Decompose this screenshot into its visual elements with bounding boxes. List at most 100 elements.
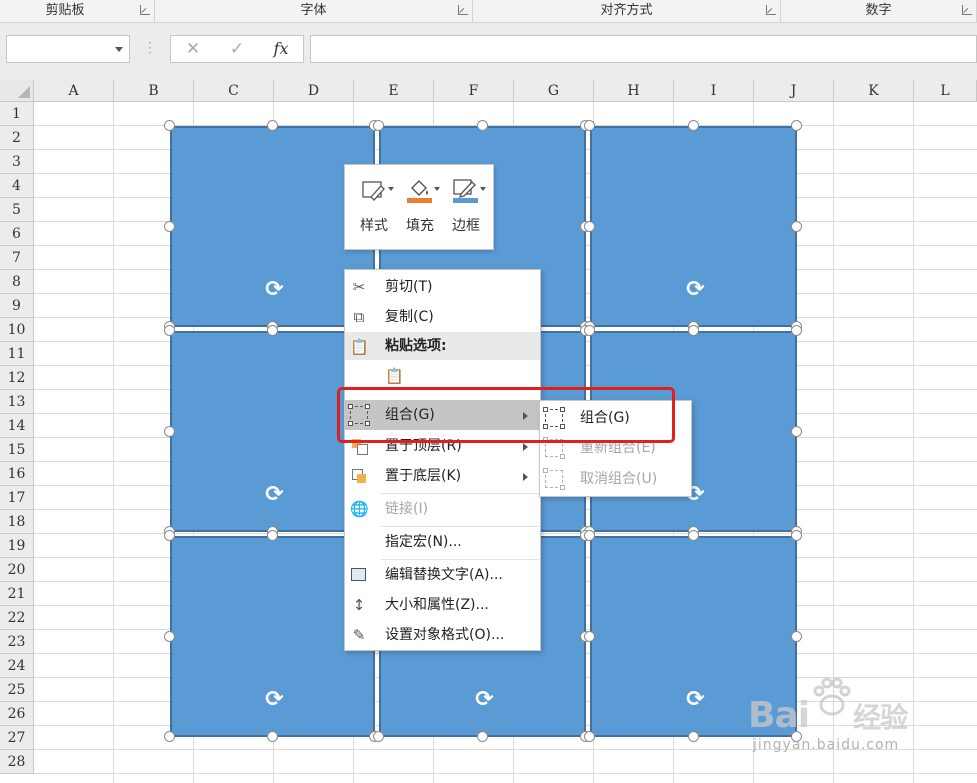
resize-handle[interactable] [584,325,595,336]
row-header-20[interactable]: 20 [0,558,34,582]
row-header-6[interactable]: 6 [0,222,34,246]
row-header-23[interactable]: 23 [0,630,34,654]
font-dialog-launcher-icon[interactable] [458,5,468,15]
shape-fill-button[interactable]: 填充 [398,171,442,241]
resize-handle[interactable] [164,530,175,541]
column-header-l[interactable]: L [914,80,977,102]
clipboard-dialog-launcher-icon[interactable] [140,5,150,15]
row-header-2[interactable]: 2 [0,126,34,150]
row-header-1[interactable]: 1 [0,102,34,126]
formula-bar-grip-icon[interactable]: · · · [148,37,152,59]
name-box-dropdown-icon[interactable] [115,47,123,52]
resize-handle[interactable] [791,325,802,336]
resize-handle[interactable] [791,425,802,437]
menu-item-link[interactable]: 🌐 链接(I) [345,494,540,524]
rotate-handle-icon[interactable]: ⟳ [683,277,709,303]
resize-handle[interactable] [164,325,175,336]
row-header-12[interactable]: 12 [0,366,34,390]
row-header-22[interactable]: 22 [0,606,34,630]
row-header-10[interactable]: 10 [0,318,34,342]
row-header-27[interactable]: 27 [0,726,34,750]
row-header-17[interactable]: 17 [0,486,34,510]
row-header-25[interactable]: 25 [0,678,34,702]
insert-function-button[interactable]: fx [259,36,303,62]
resize-handle[interactable] [476,120,488,131]
resize-handle[interactable] [266,530,278,541]
resize-handle[interactable] [687,530,699,541]
rotate-handle-icon[interactable]: ⟳ [262,482,288,508]
row-header-8[interactable]: 8 [0,270,34,294]
row-header-19[interactable]: 19 [0,534,34,558]
resize-handle[interactable] [791,120,802,131]
row-header-14[interactable]: 14 [0,414,34,438]
column-header-i[interactable]: I [674,80,754,102]
resize-handle[interactable] [687,731,699,742]
resize-handle[interactable] [164,425,175,437]
resize-handle[interactable] [584,120,595,131]
rotate-handle-icon[interactable]: ⟳ [262,277,288,303]
submenu-item-ungroup[interactable]: 取消组合(U) [540,464,691,495]
shape-style-button[interactable]: 样式 [352,171,396,241]
column-header-e[interactable]: E [354,80,434,102]
column-header-j[interactable]: J [754,80,834,102]
resize-handle[interactable] [687,120,699,131]
menu-item-format-object[interactable]: ✎ 设置对象格式(O)... [345,620,540,650]
resize-handle[interactable] [791,630,802,642]
resize-handle[interactable] [791,220,802,232]
resize-handle[interactable] [164,630,175,642]
menu-item-cut[interactable]: ✂ 剪切(T) [345,272,540,302]
rotate-handle-icon[interactable]: ⟳ [262,687,288,713]
rotate-handle-icon[interactable]: ⟳ [683,687,709,713]
resize-handle[interactable] [584,530,595,541]
row-header-7[interactable]: 7 [0,246,34,270]
column-header-f[interactable]: F [434,80,514,102]
row-header-16[interactable]: 16 [0,462,34,486]
shape-outline-button[interactable]: 边框 [444,171,488,241]
column-header-b[interactable]: B [114,80,194,102]
menu-item-copy[interactable]: ⧉ 复制(C) [345,302,540,332]
resize-handle[interactable] [164,120,175,131]
cancel-entry-button[interactable]: ✕ [171,36,215,62]
row-header-15[interactable]: 15 [0,438,34,462]
row-header-9[interactable]: 9 [0,294,34,318]
select-all-button[interactable] [0,80,34,102]
resize-handle[interactable] [584,731,595,742]
row-header-21[interactable]: 21 [0,582,34,606]
row-header-26[interactable]: 26 [0,702,34,726]
row-header-5[interactable]: 5 [0,198,34,222]
resize-handle[interactable] [584,220,595,232]
enter-entry-button[interactable]: ✓ [215,36,259,62]
column-header-c[interactable]: C [194,80,274,102]
menu-item-assign-macro[interactable]: 指定宏(N)... [345,527,540,557]
column-header-d[interactable]: D [274,80,354,102]
menu-item-edit-alt-text[interactable]: 编辑替换文字(A)... [345,560,540,590]
number-dialog-launcher-icon[interactable] [962,5,972,15]
resize-handle[interactable] [687,325,699,336]
row-header-18[interactable]: 18 [0,510,34,534]
resize-handle[interactable] [164,731,175,742]
resize-handle[interactable] [266,120,278,131]
column-header-h[interactable]: H [594,80,674,102]
resize-handle[interactable] [266,731,278,742]
row-header-11[interactable]: 11 [0,342,34,366]
resize-handle[interactable] [266,325,278,336]
row-header-3[interactable]: 3 [0,150,34,174]
column-header-k[interactable]: K [834,80,914,102]
resize-handle[interactable] [164,220,175,232]
resize-handle[interactable] [584,630,595,642]
menu-item-size-properties[interactable]: ↕ 大小和属性(Z)... [345,590,540,620]
paste-keep-source-icon[interactable]: 📋 [385,367,404,385]
row-header-13[interactable]: 13 [0,390,34,414]
resize-handle[interactable] [791,530,802,541]
row-header-24[interactable]: 24 [0,654,34,678]
menu-item-send-to-back[interactable]: 置于底层(K) [345,461,540,491]
resize-handle[interactable] [373,731,384,742]
row-header-4[interactable]: 4 [0,174,34,198]
formula-input[interactable] [310,35,977,63]
name-box[interactable] [6,35,130,63]
resize-handle[interactable] [476,731,488,742]
rotate-handle-icon[interactable]: ⟳ [472,687,498,713]
alignment-dialog-launcher-icon[interactable] [766,5,776,15]
column-header-g[interactable]: G [514,80,594,102]
resize-handle[interactable] [373,120,384,131]
